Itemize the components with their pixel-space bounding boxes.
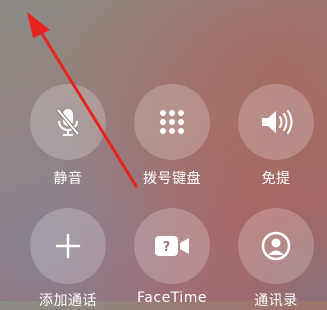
speaker-label: 免提 [261,171,291,187]
add-call-label: 添加通话 [39,293,97,309]
keypad-icon [160,110,184,134]
speaker-icon [262,110,293,134]
contact-icon [261,231,291,261]
mute-label: 静音 [53,171,83,187]
svg-text:?: ? [163,240,171,255]
facetime-label: FaceTime [137,290,207,306]
speaker-button[interactable] [238,84,314,160]
keypad-button[interactable] [134,84,210,160]
plus-icon [55,233,81,259]
contacts-button[interactable] [238,208,314,284]
contacts-label: 通讯录 [254,293,298,309]
mic-slash-icon [56,108,80,136]
keypad-label: 拨号键盘 [143,171,201,187]
call-controls-grid: 静音 拨号键盘 免提 添加通话 ? FaceTime 通讯录 [0,0,327,309]
mute-button[interactable] [30,84,106,160]
facetime-icon: ? [155,236,189,256]
facetime-button[interactable]: ? [134,208,210,284]
add-call-button[interactable] [30,208,106,284]
